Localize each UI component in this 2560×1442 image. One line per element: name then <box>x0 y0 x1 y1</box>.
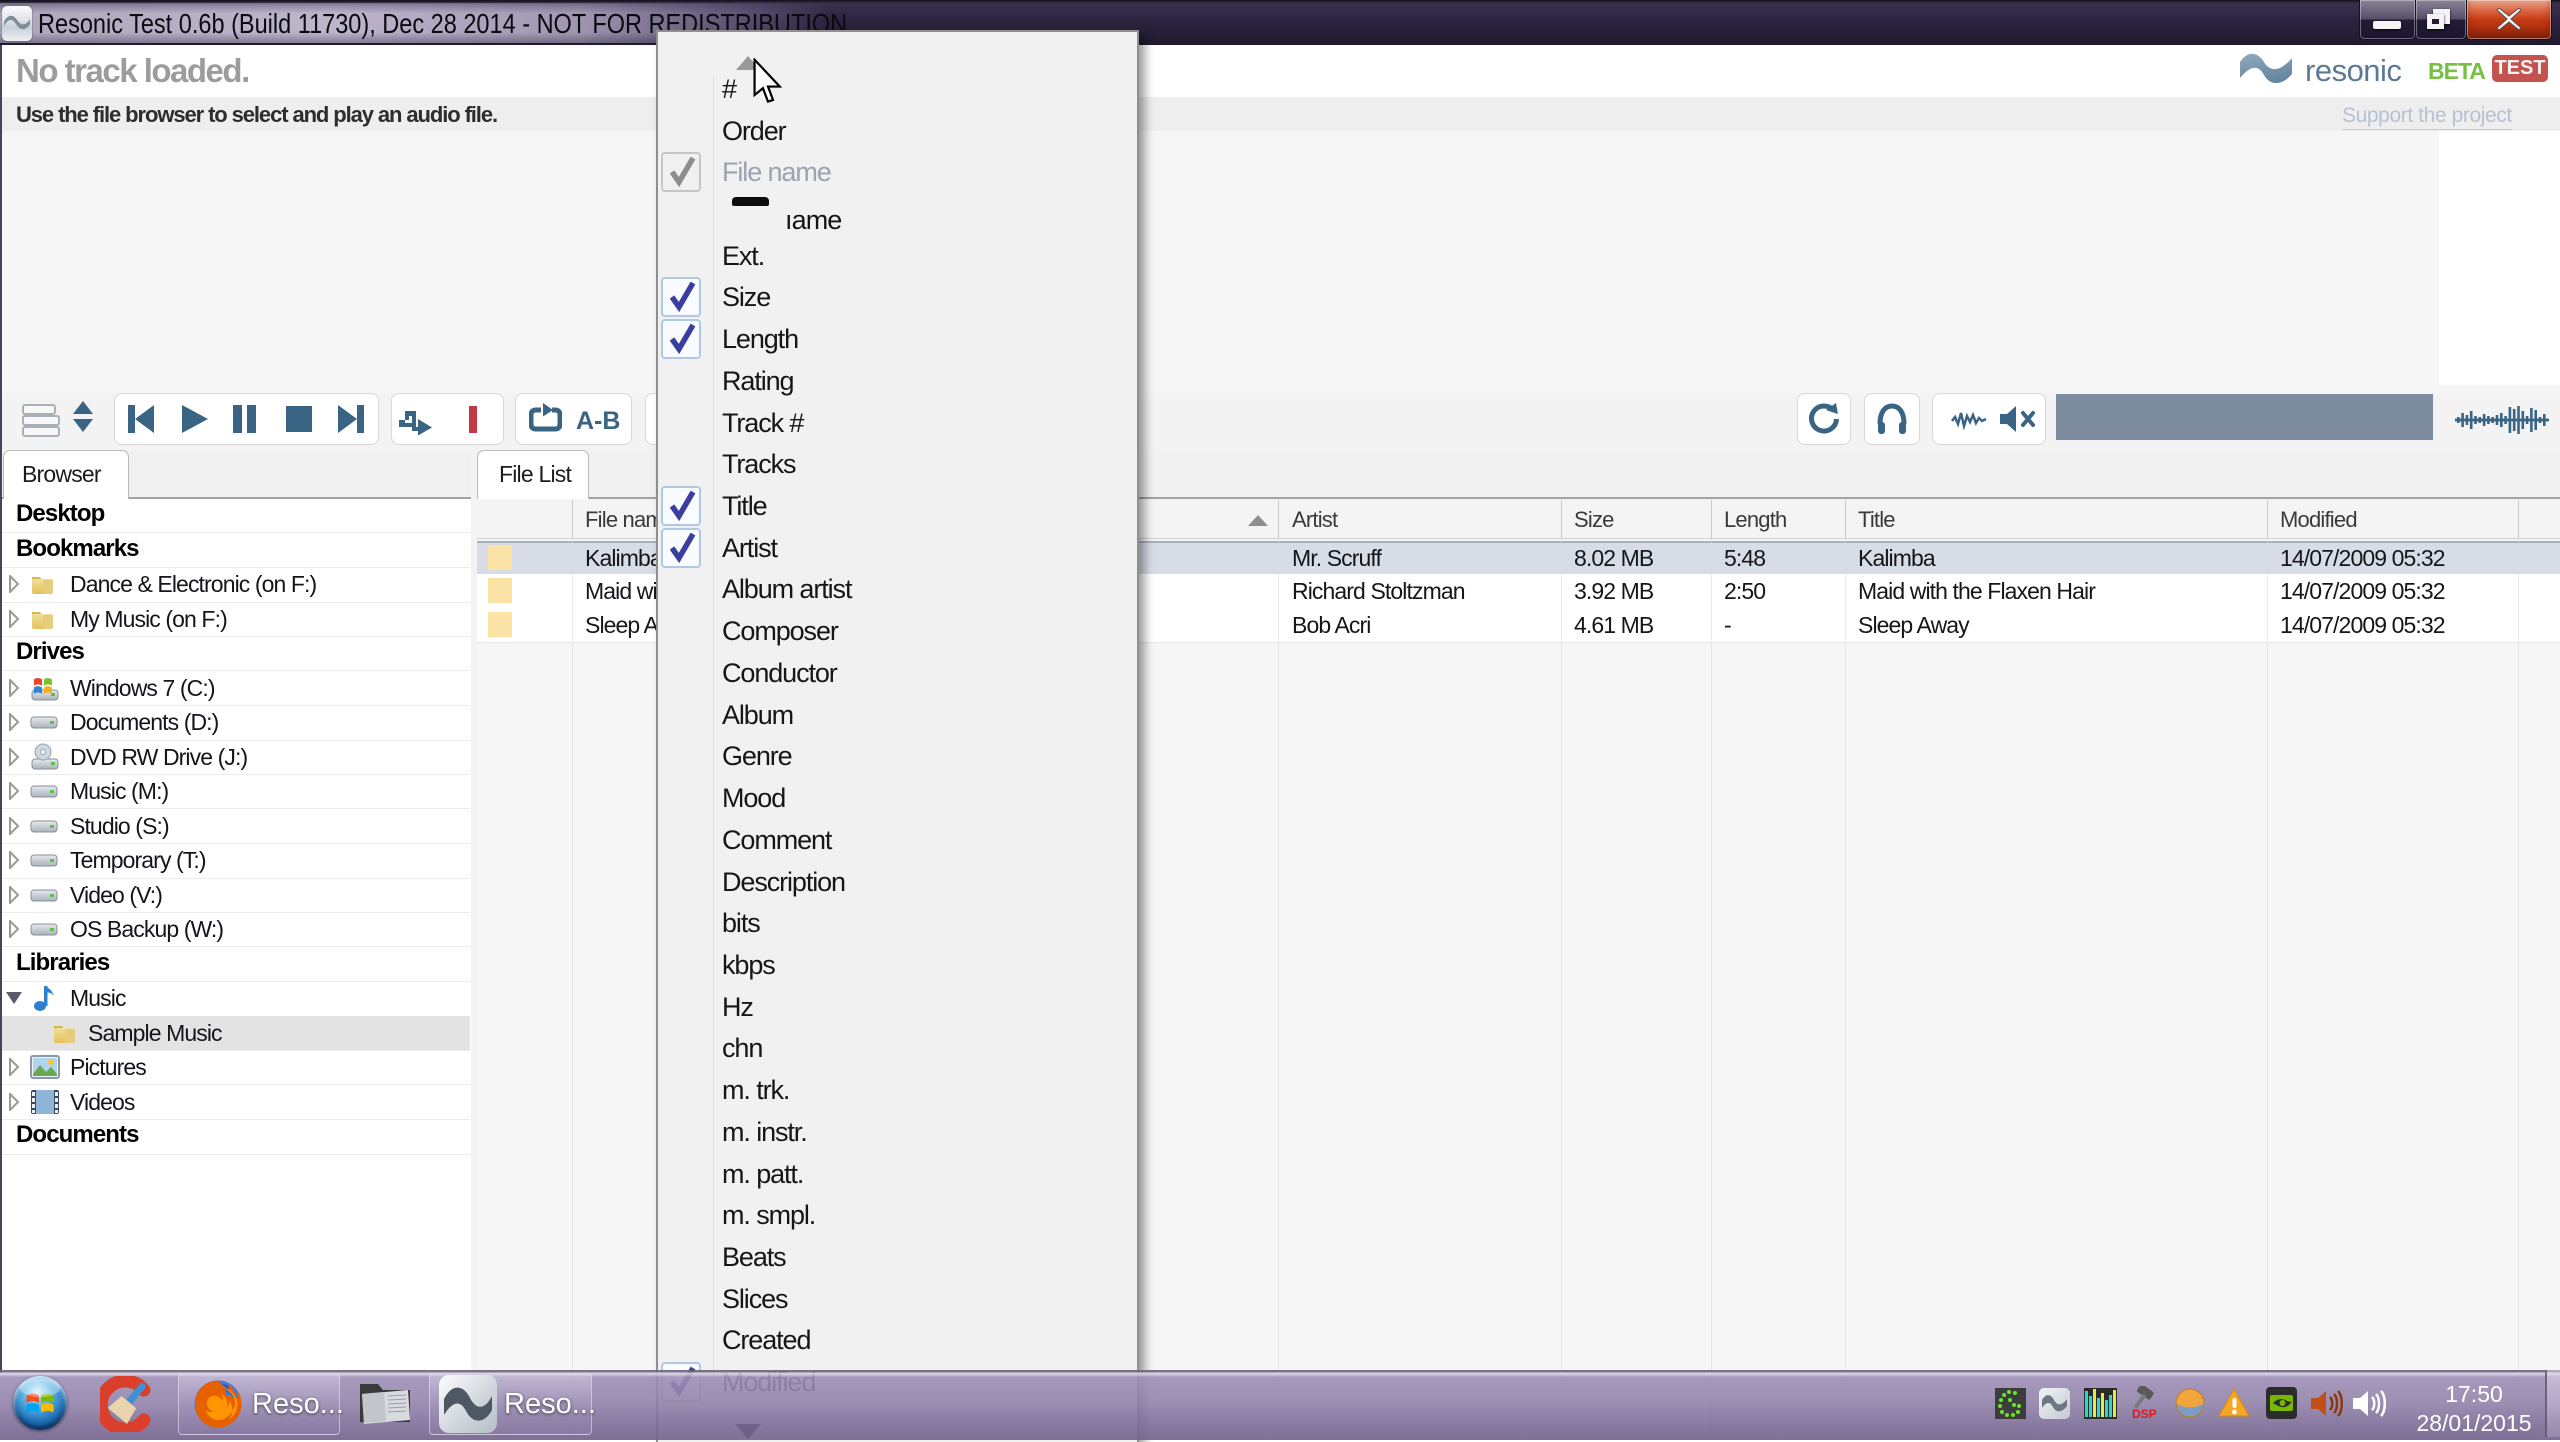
svg-text:DSP: DSP <box>2132 1407 2157 1420</box>
